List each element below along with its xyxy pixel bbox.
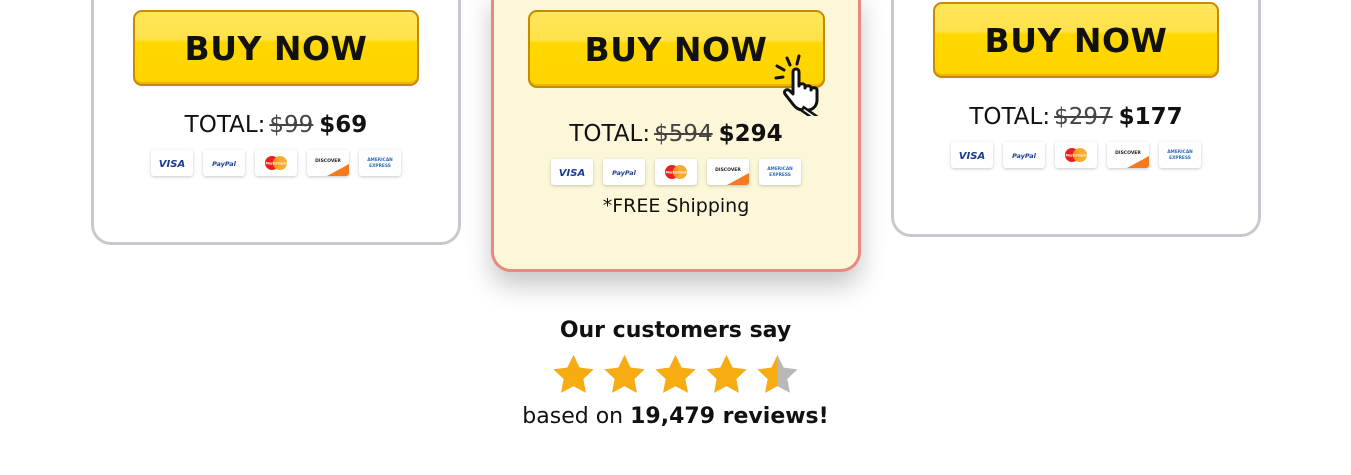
svg-text:EXPRESS: EXPRESS	[1169, 155, 1191, 161]
payment-methods: VISA PayPal MasterCard DISCOVER AMERICAN EXPR…	[151, 150, 401, 176]
review-count-value: 19,479 reviews!	[630, 404, 829, 429]
free-shipping-note: *FREE Shipping	[602, 195, 750, 217]
total-price: TOTAL: $99 $69	[185, 112, 368, 138]
reviews-title: Our customers say	[559, 318, 792, 343]
svg-text:VISA: VISA	[559, 168, 585, 179]
payment-methods: VISA PayPal MasterCard DISCOVER AMERICAN EXPR…	[551, 159, 801, 185]
star-icon	[604, 355, 645, 393]
offer-card-2-featured: BUY NOW TOTAL: $594 $294 VISA PayPal MasterC…	[491, 0, 861, 272]
svg-text:PayPal: PayPal	[1012, 152, 1037, 160]
discover-icon: DISCOVER	[707, 159, 749, 185]
paypal-icon: PayPal	[203, 150, 245, 176]
amex-icon: AMERICAN EXPRESS	[359, 150, 401, 176]
svg-text:MasterCard: MasterCard	[266, 162, 288, 166]
svg-text:AMERICAN: AMERICAN	[767, 166, 793, 172]
mastercard-icon: MasterCard	[1055, 142, 1097, 168]
discover-icon: DISCOVER	[307, 150, 349, 176]
new-price: $294	[718, 121, 783, 147]
buy-now-button[interactable]: BUY NOW	[133, 10, 419, 86]
total-price: TOTAL: $297 $177	[969, 104, 1182, 130]
star-rating	[551, 353, 800, 396]
visa-icon: VISA	[551, 159, 593, 185]
svg-text:EXPRESS: EXPRESS	[769, 172, 791, 178]
review-count: based on 19,479 reviews!	[522, 404, 828, 429]
visa-icon: VISA	[151, 150, 193, 176]
total-label: TOTAL:	[569, 121, 651, 147]
mastercard-icon: MasterCard	[655, 159, 697, 185]
offer-card-1: BUY NOW TOTAL: $99 $69 VISA PayPal MasterCar…	[91, 0, 461, 245]
visa-icon: VISA	[951, 142, 993, 168]
new-price: $69	[319, 112, 368, 138]
svg-text:VISA: VISA	[159, 159, 185, 170]
svg-text:AMERICAN: AMERICAN	[367, 157, 393, 163]
old-price: $594	[654, 121, 713, 147]
svg-text:AMERICAN: AMERICAN	[1167, 149, 1193, 155]
paypal-icon: PayPal	[603, 159, 645, 185]
old-price: $99	[269, 112, 314, 138]
total-label: TOTAL:	[969, 104, 1051, 130]
svg-text:EXPRESS: EXPRESS	[369, 163, 391, 169]
total-price: TOTAL: $594 $294	[569, 121, 782, 147]
paypal-icon: PayPal	[1003, 142, 1045, 168]
star-icon	[553, 355, 594, 393]
svg-text:MasterCard: MasterCard	[1066, 154, 1088, 158]
review-count-prefix: based on	[522, 404, 624, 429]
total-label: TOTAL:	[184, 112, 266, 138]
old-price: $297	[1054, 104, 1113, 130]
buy-now-button[interactable]: BUY NOW	[527, 10, 825, 116]
svg-text:PayPal: PayPal	[212, 160, 237, 168]
hand-pointer-icon	[774, 54, 820, 116]
mastercard-icon: MasterCard	[255, 150, 297, 176]
buy-now-button[interactable]: BUY NOW	[933, 2, 1219, 78]
offer-card-3: BUY NOW TOTAL: $297 $177 VISA PayPal MasterC…	[891, 0, 1261, 237]
svg-text:DISCOVER: DISCOVER	[1115, 150, 1141, 156]
new-price: $177	[1118, 104, 1183, 130]
amex-icon: AMERICAN EXPRESS	[759, 159, 801, 185]
svg-text:VISA: VISA	[959, 151, 985, 162]
star-icon	[757, 355, 798, 393]
buy-now-label: BUY NOW	[584, 29, 768, 69]
svg-text:DISCOVER: DISCOVER	[315, 158, 341, 164]
discover-icon: DISCOVER	[1107, 142, 1149, 168]
svg-text:DISCOVER: DISCOVER	[715, 167, 741, 173]
svg-text:PayPal: PayPal	[612, 169, 637, 177]
amex-icon: AMERICAN EXPRESS	[1159, 142, 1201, 168]
star-icon	[655, 355, 696, 393]
customer-reviews: Our customers say based on 19,479 review…	[0, 318, 1351, 429]
payment-methods: VISA PayPal MasterCard DISCOVER AMERICAN EXPR…	[951, 142, 1201, 168]
svg-text:MasterCard: MasterCard	[666, 171, 688, 175]
star-icon	[706, 355, 747, 393]
